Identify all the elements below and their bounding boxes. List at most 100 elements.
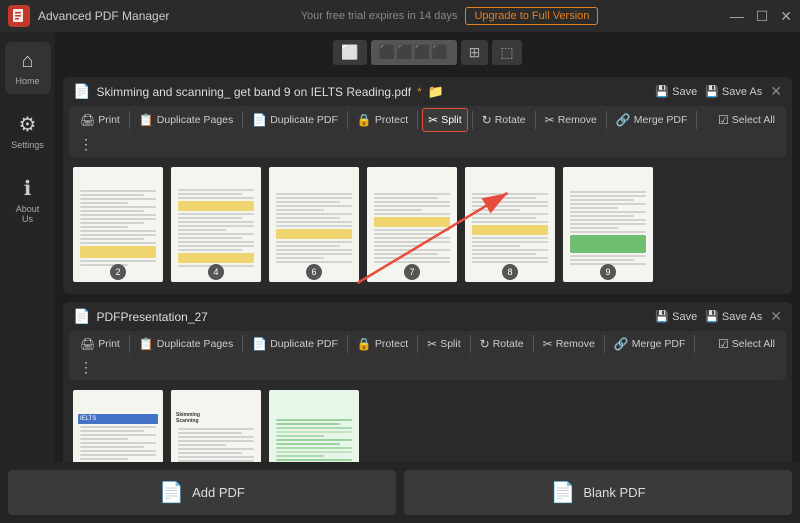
select-all-btn-2[interactable]: ☑ Select All [713, 333, 780, 355]
close-icon[interactable]: ✕ [780, 8, 792, 25]
protect-btn-2[interactable]: 🔒 Protect [352, 333, 413, 355]
divider-2-6 [533, 335, 534, 353]
split-btn-1[interactable]: ✂ Split [422, 108, 468, 132]
view-single-btn[interactable]: ⬜ [333, 40, 366, 65]
main-layout: ⌂ Home ⚙ Settings ℹ About Us ⬜ ⬛⬛⬛⬛ ⊞ ⬚ … [0, 32, 800, 462]
info-icon: ℹ [24, 176, 32, 201]
add-pdf-button[interactable]: 📄 Add PDF [8, 470, 396, 515]
folder-icon-1: 📁 [428, 84, 444, 100]
sidebar-item-about[interactable]: ℹ About Us [5, 168, 51, 232]
more-btn-1[interactable]: ⋮ [75, 134, 97, 155]
split-icon-2: ✂ [427, 337, 437, 351]
pdf-doc-2-title: 📄 PDFPresentation_27 [73, 308, 208, 325]
divider-1 [129, 111, 130, 129]
app-icon [8, 5, 30, 27]
merge-btn-2[interactable]: 🔗 Merge PDF [609, 333, 691, 355]
titlebar-left: Advanced PDF Manager [8, 5, 169, 27]
thumb-img-1-p2: 2 [73, 167, 163, 282]
print-btn-2[interactable]: 🖨 Print [75, 333, 125, 355]
thumb-img-1-p9: 9 [563, 167, 653, 282]
dup-pages-icon-2: 📋 [139, 337, 154, 351]
save-btn-1[interactable]: 💾 Save [655, 85, 697, 98]
merge-icon-2: 🔗 [614, 337, 629, 351]
rotate-btn-2[interactable]: ↻ Rotate [475, 333, 529, 355]
sidebar: ⌂ Home ⚙ Settings ℹ About Us [0, 32, 55, 462]
upgrade-button[interactable]: Upgrade to Full Version [465, 7, 598, 25]
divider-2-4 [417, 335, 418, 353]
thumb-1-p4[interactable]: 4 [171, 167, 261, 282]
divider-3 [347, 111, 348, 129]
sidebar-item-home[interactable]: ⌂ Home [5, 42, 51, 94]
remove-btn-2[interactable]: ✂ Remove [538, 333, 600, 355]
trial-info: Your free trial expires in 14 days Upgra… [301, 7, 599, 25]
page-num-1-p7: 7 [404, 264, 420, 280]
remove-btn-1[interactable]: ✂ Remove [540, 109, 602, 131]
rotate-btn-1[interactable]: ↻ Rotate [477, 109, 531, 131]
doc1-thumb-area: 2 [63, 163, 792, 286]
divider-2-1 [129, 335, 130, 353]
split-btn-2[interactable]: ✂ Split [422, 333, 466, 355]
blank-pdf-button[interactable]: 📄 Blank PDF [404, 470, 792, 515]
close-doc-1-btn[interactable]: ✕ [770, 83, 782, 100]
merge-btn-1[interactable]: 🔗 Merge PDF [611, 109, 693, 131]
rotate-icon-1: ↻ [482, 113, 492, 127]
thumb-1-p9[interactable]: 9 [563, 167, 653, 282]
thumb-2-p2[interactable]: SkimmingScanning [171, 390, 261, 462]
split-icon-1: ✂ [428, 113, 438, 127]
print-icon-2: 🖨 [80, 337, 95, 351]
pdf-icon-1: 📄 [73, 83, 90, 100]
remove-icon-2: ✂ [543, 337, 553, 351]
view-list-btn[interactable]: ⊞ [461, 40, 489, 65]
protect-icon-1: 🔒 [357, 113, 372, 127]
dup-pdf-icon-2: 📄 [252, 337, 267, 351]
thumb-1-p8[interactable]: 8 [465, 167, 555, 282]
protect-btn-1[interactable]: 🔒 Protect [352, 109, 413, 131]
save-as-btn-1[interactable]: 💾 Save As [705, 85, 762, 98]
thumb-1-p6[interactable]: 6 [269, 167, 359, 282]
sidebar-item-settings[interactable]: ⚙ Settings [5, 104, 51, 158]
thumb-img-2-p1: IELTS [73, 390, 163, 462]
print-icon-1: 🖨 [80, 113, 95, 127]
divider-8 [696, 111, 697, 129]
divider-2-7 [604, 335, 605, 353]
protect-icon-2: 🔒 [357, 337, 372, 351]
select-all-btn-1[interactable]: ☑ Select All [713, 109, 780, 131]
maximize-icon[interactable]: ☐ [756, 8, 769, 25]
save-as-btn-2[interactable]: 💾 Save As [705, 310, 762, 323]
toolbar-2: 🖨 Print 📋 Duplicate Pages 📄 Duplicate PD… [69, 331, 786, 380]
divider-5 [472, 111, 473, 129]
pdf-doc-1-header: 📄 Skimming and scanning_ get band 9 on I… [63, 77, 792, 106]
dup-pages-icon-1: 📋 [139, 113, 154, 127]
minimize-icon[interactable]: — [730, 8, 744, 24]
save-as-icon-1: 💾 [705, 85, 719, 98]
more-btn-2[interactable]: ⋮ [75, 357, 97, 378]
save-btn-2[interactable]: 💾 Save [655, 310, 697, 323]
select-all-icon-2: ☑ [718, 337, 729, 351]
content-area: ⬜ ⬛⬛⬛⬛ ⊞ ⬚ 📄 Skimming and scanning_ get … [55, 32, 800, 462]
settings-icon: ⚙ [19, 112, 37, 137]
divider-2 [242, 111, 243, 129]
dup-pages-btn-1[interactable]: 📋 Duplicate Pages [134, 109, 238, 131]
divider-2-5 [470, 335, 471, 353]
view-grid-btn[interactable]: ⬛⬛⬛⬛ [371, 40, 457, 65]
unsaved-indicator-1: * [417, 85, 422, 99]
save-as-icon-2: 💾 [705, 310, 719, 323]
divider-2-2 [242, 335, 243, 353]
close-doc-2-btn[interactable]: ✕ [770, 308, 782, 325]
thumbnails-1: 2 [63, 163, 792, 286]
thumb-img-1-p7: 7 [367, 167, 457, 282]
thumb-2-p3[interactable]: 3 [269, 390, 359, 462]
add-pdf-icon: 📄 [159, 480, 184, 505]
page-num-1-p4: 4 [208, 264, 224, 280]
view-split-btn[interactable]: ⬚ [492, 40, 521, 65]
print-btn-1[interactable]: 🖨 Print [75, 109, 125, 131]
dup-pdf-icon-1: 📄 [252, 113, 267, 127]
dup-pdf-btn-2[interactable]: 📄 Duplicate PDF [247, 333, 343, 355]
app-title: Advanced PDF Manager [38, 9, 169, 23]
thumb-1-p2[interactable]: 2 [73, 167, 163, 282]
thumb-2-p1[interactable]: IELTS [73, 390, 163, 462]
dup-pdf-btn-1[interactable]: 📄 Duplicate PDF [247, 109, 343, 131]
rotate-icon-2: ↻ [480, 337, 490, 351]
dup-pages-btn-2[interactable]: 📋 Duplicate Pages [134, 333, 238, 355]
thumb-1-p7[interactable]: 7 [367, 167, 457, 282]
